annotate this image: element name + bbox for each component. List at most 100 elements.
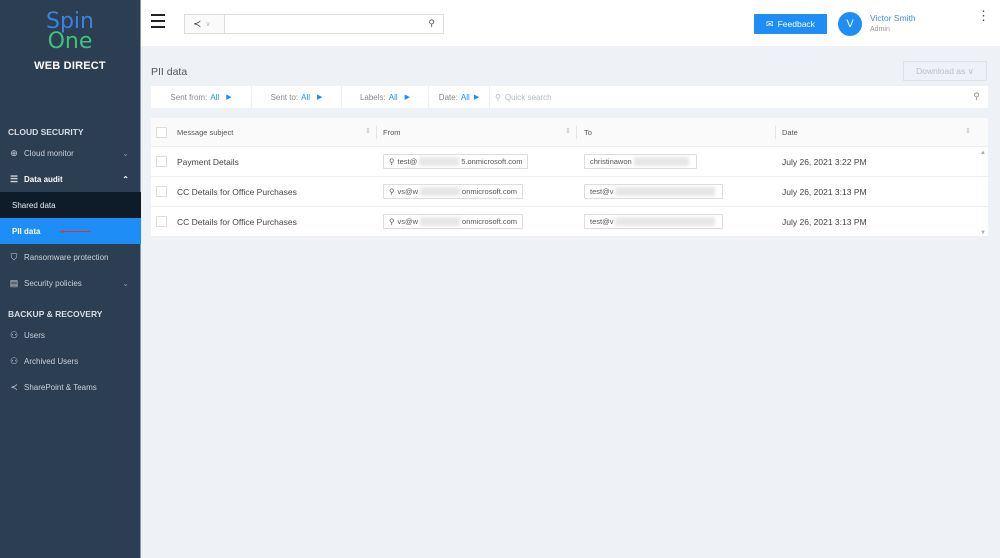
sender-chip[interactable]: ⚲ vs@w onmicrosoft.com	[383, 214, 524, 229]
column-header-subject[interactable]: Message subject	[177, 118, 233, 146]
redacted-text	[615, 187, 716, 196]
section-backup-recovery: BACKUP & RECOVERY	[8, 309, 103, 319]
global-search-input[interactable]: ⚲	[224, 14, 444, 34]
sidebar-item-label: Cloud monitor	[24, 148, 74, 158]
quick-search-placeholder: Quick search	[504, 92, 552, 102]
sidebar-item-sharepoint-teams[interactable]: ≺ SharePoint & Teams	[0, 374, 141, 400]
search-icon[interactable]: ⚲	[428, 18, 435, 29]
filter-value: All	[388, 92, 398, 102]
sidebar-item-label: Security policies	[24, 278, 82, 288]
feedback-button[interactable]: ✉ Feedback	[754, 14, 827, 34]
sort-icon[interactable]: ⇕	[365, 127, 371, 135]
date-cell: July 26, 2021 3:22 PM	[782, 156, 867, 167]
avatar[interactable]: V	[838, 12, 862, 36]
table-row[interactable]: Payment Details ⚲ test@ 5.onmicrosoft.co…	[151, 147, 988, 177]
redacted-text	[419, 157, 460, 166]
table-row[interactable]: CC Details for Office Purchases ⚲ vs@w o…	[151, 177, 988, 207]
select-all-cell	[156, 118, 167, 146]
caret-right-icon: ▶	[404, 94, 411, 101]
row-select-cell	[156, 177, 167, 206]
select-all-checkbox[interactable]	[156, 126, 167, 138]
recipient-chip[interactable]: test@v	[584, 184, 724, 199]
search-icon[interactable]: ⚲	[973, 91, 980, 102]
column-header-to[interactable]: To	[584, 118, 592, 146]
row-checkbox[interactable]	[156, 156, 167, 167]
redacted-text	[615, 217, 716, 226]
logo[interactable]: Spin One WEB DIRECT	[0, 0, 140, 73]
sender-chip[interactable]: ⚲ vs@w onmicrosoft.com	[383, 184, 524, 199]
download-as-button[interactable]: Download as ∨	[903, 61, 987, 81]
sidebar-item-security-policies[interactable]: ▤ Security policies ⌄	[0, 270, 141, 296]
recipient-prefix: test@v	[590, 187, 614, 196]
filter-labels[interactable]: Labels: All ▶	[342, 86, 429, 108]
row-select-cell	[156, 207, 167, 236]
recipient-chip[interactable]: christinawon	[584, 154, 697, 169]
sidebar-item-ransomware-protection[interactable]: ⛉ Ransomware protection	[0, 244, 141, 270]
sidebar-item-users[interactable]: ⚇ Users	[0, 322, 141, 348]
filter-sent-from[interactable]: Sent from: All ▶	[151, 86, 252, 108]
filter-date[interactable]: Date: All ▶	[429, 86, 490, 108]
sidebar-item-label: PII data	[12, 226, 41, 236]
filter-bar: Sent from: All ▶ Sent to: All ▶ Labels: …	[151, 86, 988, 108]
column-divider	[576, 126, 577, 139]
chevron-down-icon: ⌄	[122, 278, 129, 288]
user-icon: ⚲	[389, 157, 395, 166]
hamburger-menu-icon[interactable]	[151, 14, 165, 28]
chevron-down-icon: ⌄	[122, 148, 129, 158]
sender-chip[interactable]: ⚲ test@ 5.onmicrosoft.com	[383, 154, 529, 169]
chevron-up-icon: ⌃	[122, 174, 129, 184]
policy-icon: ▤	[9, 277, 19, 288]
share-icon: ≺	[193, 18, 202, 30]
source-selector[interactable]: ≺ ∨	[184, 14, 224, 34]
filter-value: All	[210, 92, 220, 102]
filter-label: Date:	[438, 92, 458, 102]
sender-suffix: onmicrosoft.com	[462, 187, 518, 196]
date-cell: July 26, 2021 3:13 PM	[782, 216, 867, 227]
to-cell: test@v	[584, 177, 724, 206]
sort-icon[interactable]: ⇕	[565, 127, 571, 135]
scroll-down-icon[interactable]: ▼	[980, 230, 986, 236]
sidebar-item-pii-data[interactable]: PII data	[0, 218, 141, 244]
sidebar-item-shared-data[interactable]: Shared data	[0, 192, 141, 218]
filter-label: Sent to:	[270, 92, 299, 102]
sidebar: Spin One WEB DIRECT CLOUD SECURITY ⊕ Clo…	[0, 0, 141, 558]
sidebar-item-data-audit[interactable]: ☰ Data audit ⌃	[0, 166, 141, 192]
share-icon: ≺	[10, 381, 18, 392]
table-scrollbar[interactable]: ▲ ▼	[978, 148, 988, 238]
redacted-text	[633, 157, 689, 166]
sort-icon[interactable]: ⇕	[965, 127, 971, 135]
user-icon: ⚲	[389, 217, 395, 226]
sender-suffix: onmicrosoft.com	[462, 217, 518, 226]
to-cell: christinawon	[584, 147, 697, 176]
row-checkbox[interactable]	[156, 186, 167, 197]
sidebar-item-archived-users[interactable]: ⚇ Archived Users	[0, 348, 141, 374]
subject-cell: Payment Details	[177, 156, 239, 167]
table-row[interactable]: CC Details for Office Purchases ⚲ vs@w o…	[151, 207, 988, 237]
date-cell: July 26, 2021 3:13 PM	[782, 186, 867, 197]
recipient-chip[interactable]: test@v	[584, 214, 724, 229]
sidebar-item-cloud-monitor[interactable]: ⊕ Cloud monitor ⌄	[0, 140, 141, 166]
sender-prefix: test@	[397, 157, 418, 166]
filter-sent-to[interactable]: Sent to: All ▶	[252, 86, 342, 108]
user-name[interactable]: Victor Smith	[870, 13, 916, 23]
document-icon: ☰	[9, 173, 19, 184]
more-options-icon[interactable]: ⋮	[977, 9, 990, 22]
caret-right-icon: ▶	[226, 94, 232, 101]
archived-users-icon: ⚇	[9, 355, 19, 366]
column-divider	[775, 126, 776, 139]
envelope-icon: ✉	[766, 18, 774, 29]
quick-search-input[interactable]: ⚲ Quick search	[490, 86, 552, 108]
column-header-from[interactable]: From	[383, 118, 401, 146]
subject-cell: CC Details for Office Purchases	[177, 186, 297, 197]
shield-icon: ⛉	[10, 251, 18, 262]
filter-value: All	[460, 92, 470, 102]
sidebar-item-label: SharePoint & Teams	[24, 382, 97, 392]
globe-icon: ⊕	[10, 147, 18, 158]
scroll-up-icon[interactable]: ▲	[980, 150, 986, 156]
column-header-date[interactable]: Date	[782, 118, 798, 146]
row-checkbox[interactable]	[156, 216, 167, 227]
section-cloud-security: CLOUD SECURITY	[8, 127, 84, 137]
search-icon: ⚲	[495, 92, 501, 102]
from-cell: ⚲ vs@w onmicrosoft.com	[383, 177, 524, 206]
filter-label: Sent from:	[170, 92, 208, 102]
